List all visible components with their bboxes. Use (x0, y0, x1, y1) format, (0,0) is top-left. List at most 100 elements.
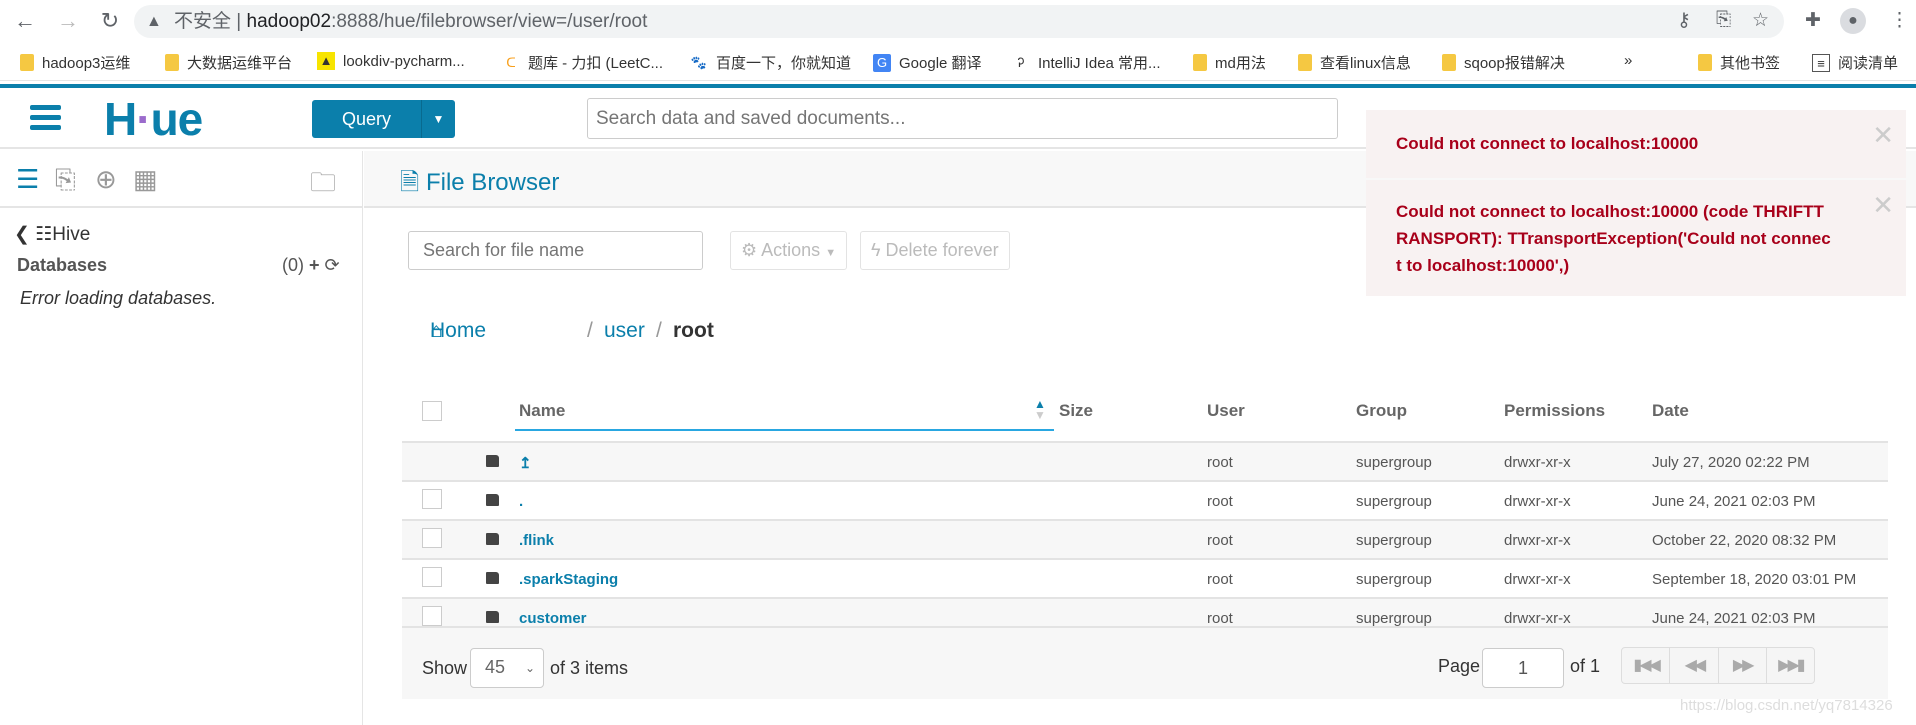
hue-logo[interactable]: H·ue (104, 92, 203, 146)
cell-perms: drwxr-xr-x (1504, 454, 1571, 471)
file-name-link[interactable]: .sparkStaging (519, 571, 618, 588)
delete-forever-button[interactable]: ϟ Delete forever (860, 231, 1010, 270)
table-row[interactable]: .sparkStaging root supergroup drwxr-xr-x Sep… (402, 558, 1888, 597)
cell-user: root (1207, 610, 1233, 627)
bookmark[interactable]: md用法 (1193, 52, 1266, 73)
file-name-link[interactable]: .flink (519, 532, 554, 549)
cell-date: October 22, 2020 08:32 PM (1652, 532, 1837, 549)
file-name-link[interactable]: ↥ (519, 454, 532, 472)
pagination: ▮◀◀ ◀◀ ▶▶ ▶▶▮ (1621, 647, 1815, 684)
close-icon[interactable]: ✕ (1872, 192, 1894, 219)
actions-button[interactable]: ⚙ Actions ▼ (730, 231, 848, 270)
column-size[interactable]: Size (1059, 401, 1093, 421)
intellij-icon: Ꭾ (1017, 54, 1025, 70)
column-group[interactable]: Group (1356, 401, 1407, 421)
grid-icon[interactable]: ▦ (133, 164, 158, 195)
star-icon[interactable]: ☆ (1752, 9, 1769, 32)
page-total: of 1 (1570, 656, 1601, 676)
cell-perms: drwxr-xr-x (1504, 493, 1571, 510)
google-translate-icon: G (873, 53, 891, 72)
reload-icon[interactable]: ↻ (97, 8, 123, 34)
plus-icon[interactable]: + (309, 255, 320, 275)
column-permissions[interactable]: Permissions (1504, 401, 1605, 421)
alert-message: Could not connect to localhost:10000 (1396, 134, 1699, 153)
cell-group: supergroup (1356, 532, 1432, 549)
error-alert: Could not connect to localhost:10000 ✕ (1366, 110, 1906, 178)
folder-icon (486, 572, 499, 584)
bookmark[interactable]: 🐾 百度一下，你就知道 (690, 52, 851, 73)
breadcrumb-current: root (673, 319, 714, 342)
column-date[interactable]: Date (1652, 401, 1689, 421)
bookmark[interactable]: 大数据运维平台 (165, 52, 292, 73)
search-zoom-icon[interactable]: ⊕ (95, 164, 117, 195)
row-checkbox[interactable] (422, 489, 442, 509)
bolt-icon: ϟ (871, 240, 881, 260)
row-checkbox[interactable] (422, 567, 442, 587)
next-page-icon[interactable]: ▶▶ (1719, 648, 1767, 683)
caret-down-icon[interactable]: ▼ (422, 100, 455, 138)
file-name-link[interactable]: customer (519, 610, 587, 627)
documents-icon[interactable]: ⎘ (55, 164, 76, 196)
bookmark[interactable]: ▲ lookdiv-pycharm... (317, 52, 465, 70)
close-icon[interactable]: ✕ (1872, 122, 1894, 149)
bookmark[interactable]: sqoop报错解决 (1442, 52, 1565, 73)
file-search-input[interactable] (408, 231, 703, 270)
folder-open-icon[interactable]: 🗀 (310, 164, 336, 208)
table-row[interactable]: . root supergroup drwxr-xr-x June 24, 2021 0… (402, 480, 1888, 519)
last-page-icon[interactable]: ▶▶▮ (1767, 648, 1814, 683)
folder-icon (20, 54, 34, 71)
reading-list-icon: ≡ (1812, 53, 1830, 72)
bookmark[interactable]: 查看linux信息 (1298, 52, 1411, 73)
first-page-icon[interactable]: ▮◀◀ (1622, 648, 1671, 683)
column-name[interactable]: Name (519, 401, 565, 421)
other-bookmarks[interactable]: 其他书签 (1698, 52, 1780, 73)
bookmark[interactable]: hadoop3运维 (20, 52, 130, 73)
file-icon: 🗎 (400, 169, 420, 196)
query-label[interactable]: Query (312, 100, 422, 138)
reading-list[interactable]: ≡ 阅读清单 (1812, 52, 1898, 73)
back-icon[interactable]: ← (12, 8, 38, 34)
database-icon[interactable]: ☰ (16, 164, 39, 195)
page-size-select[interactable]: 45 ⌄ (470, 648, 544, 688)
bookmark[interactable]: ᑕ 题库 - 力扣 (LeetC... (502, 52, 663, 73)
profile-avatar-icon[interactable]: ● (1840, 8, 1866, 34)
cell-date: June 24, 2021 02:03 PM (1652, 610, 1816, 627)
previous-page-icon[interactable]: ◀◀ (1670, 648, 1719, 683)
hamburger-menu-icon[interactable] (30, 105, 61, 131)
address-bar[interactable]: ▲ 不安全 | hadoop02:8888/hue/filebrowser/vi… (134, 5, 1784, 38)
menu-dots-icon[interactable]: ⋮ (1890, 9, 1909, 32)
sort-asc-icon[interactable]: ▲ ▼ (1034, 398, 1046, 421)
left-assist-panel: ☰ ⎘ ⊕ ▦ 🗀 ❮ ☷Hive Databases (0) + ⟳ Erro… (0, 151, 363, 725)
folder-icon (1298, 54, 1312, 71)
row-checkbox[interactable] (422, 528, 442, 548)
cell-user: root (1207, 493, 1233, 510)
file-name-link[interactable]: . (519, 493, 523, 510)
refresh-icon[interactable]: ⟳ (325, 255, 340, 275)
table-row[interactable]: .flink root supergroup drwxr-xr-x October 22… (402, 519, 1888, 558)
warning-icon: ▲ (146, 13, 162, 30)
folder-icon (486, 533, 499, 545)
breadcrumb-user[interactable]: user (604, 319, 645, 343)
translate-icon[interactable]: ⎘ (1716, 9, 1731, 31)
bookmark[interactable]: Ꭾ IntelliJ Idea 常用... (1012, 52, 1161, 73)
breadcrumb-separator: / (587, 319, 593, 342)
security-label: 不安全 (174, 11, 232, 32)
watermark: https://blog.csdn.net/yq7814326 (1680, 697, 1893, 714)
more-bookmarks[interactable]: » (1624, 52, 1632, 69)
page-input[interactable]: 1 (1482, 648, 1564, 688)
hive-back-link[interactable]: ❮ ☷Hive (14, 223, 90, 246)
select-all-checkbox[interactable] (422, 401, 442, 421)
column-user[interactable]: User (1207, 401, 1245, 421)
chevron-left-icon[interactable]: ❮ (14, 224, 30, 245)
row-checkbox[interactable] (422, 606, 442, 626)
key-icon[interactable]: ⚷ (1677, 9, 1691, 32)
forward-icon[interactable]: → (55, 8, 81, 34)
bookmark[interactable]: G Google 翻译 (873, 52, 982, 73)
extensions-icon[interactable]: ✚ (1805, 9, 1821, 32)
table-row[interactable]: ↥ root supergroup drwxr-xr-x July 27, 2020 0… (402, 441, 1888, 480)
alert-message: Could not connect to localhost:10000 (co… (1396, 202, 1831, 275)
assist-tabs: ☰ ⎘ ⊕ ▦ 🗀 (0, 151, 363, 208)
query-button[interactable]: Query ▼ (312, 100, 455, 138)
databases-error: Error loading databases. (20, 288, 217, 308)
global-search-input[interactable] (587, 98, 1338, 139)
